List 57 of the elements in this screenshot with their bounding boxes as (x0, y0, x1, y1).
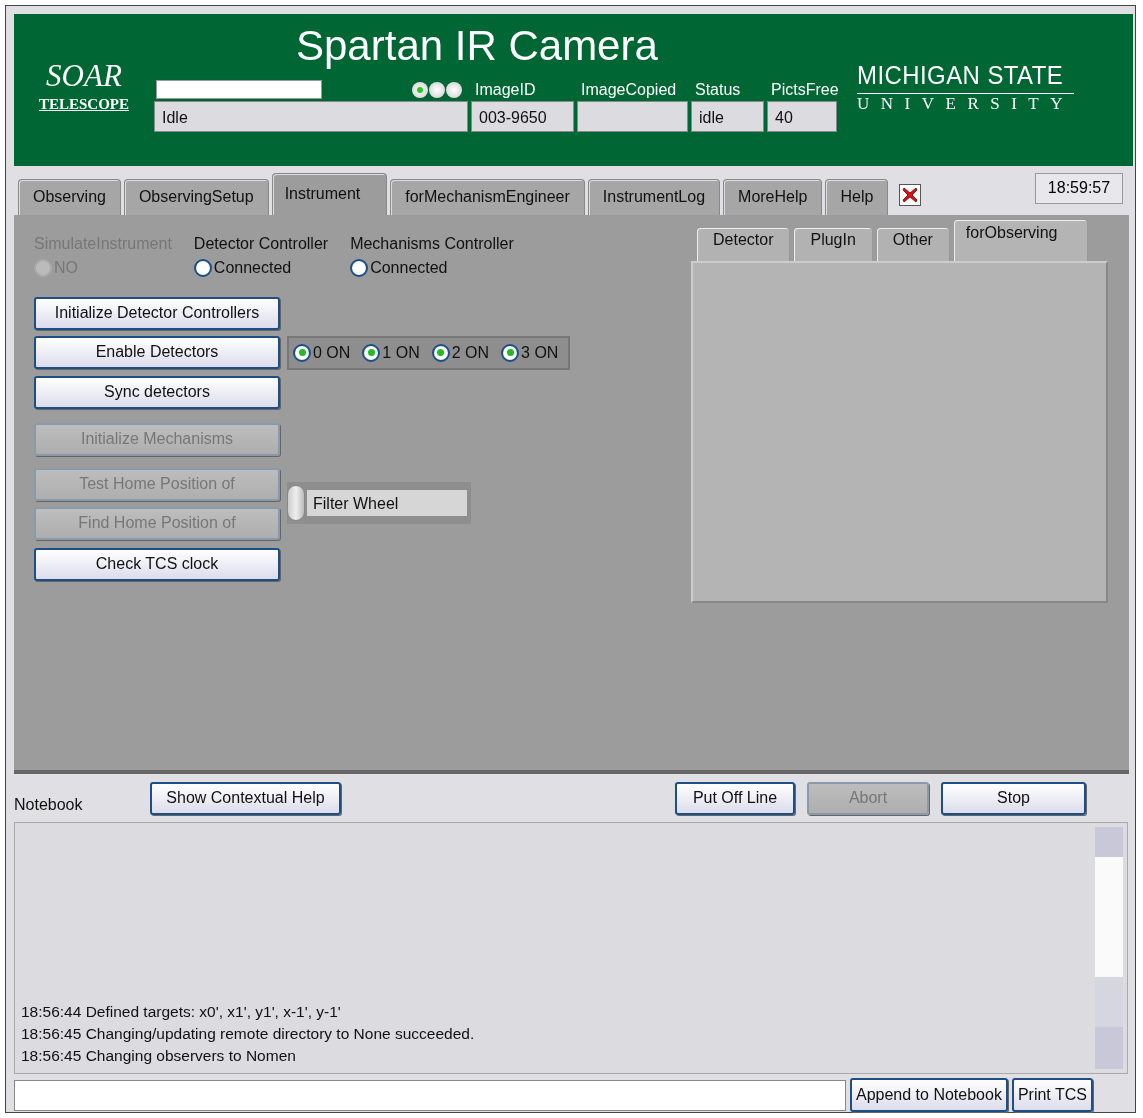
tab[interactable]: Other (875, 226, 950, 261)
action-button[interactable]: Put Off Line (675, 781, 795, 815)
print-button[interactable]: Print TCS (1011, 1078, 1093, 1112)
toggle-label: Mechanisms Controller (350, 234, 514, 253)
field-label: ImageID (474, 81, 536, 98)
radio-label: 0 ON (313, 343, 351, 362)
radio-button[interactable] (350, 258, 369, 277)
field-label: Status (694, 81, 741, 98)
section-label: Notebook (14, 795, 84, 814)
radio-button[interactable] (293, 343, 311, 362)
spinner-icon[interactable] (287, 484, 305, 521)
radio-button[interactable] (362, 343, 381, 362)
tab[interactable]: MoreHelp (723, 178, 823, 215)
logo-text: SOAR (46, 58, 122, 94)
tab[interactable]: InstrumentLog (587, 178, 721, 215)
radio-label: 2 ON (451, 343, 490, 362)
logo-subtitle: TELESCOPE (39, 96, 129, 113)
field-label: ImageCopied (580, 81, 677, 98)
action-button[interactable]: Check TCS clock (34, 547, 280, 581)
log-line: 18:56:44 Defined targets: x0', x1', y1', x-1', y-1' (21, 1003, 342, 1022)
scrollbar[interactable] (1095, 827, 1123, 1069)
app-title: Spartan IR Camera (296, 22, 658, 71)
university-subtitle: UNIVERSITY (857, 93, 1074, 114)
action-button[interactable]: Enable Detectors (34, 335, 280, 369)
tab[interactable]: PlugIn (793, 226, 873, 261)
value-field: 40 (767, 101, 837, 132)
close-icon[interactable] (899, 183, 922, 206)
radio-button[interactable] (431, 343, 450, 362)
radio-label: Connected (370, 258, 448, 277)
tab[interactable]: Detector (696, 226, 791, 261)
action-button[interactable]: Sync detectors (34, 375, 280, 409)
tab[interactable]: forMechanismEngineer (390, 178, 585, 215)
tab[interactable]: Help (825, 178, 889, 215)
message-field: Idle (154, 101, 468, 132)
clock-display: 18:59:57 (1035, 172, 1123, 204)
radio-button[interactable] (193, 258, 212, 277)
append-button[interactable]: Append to Notebook (850, 1078, 1008, 1112)
toggle-label: Detector Controller (193, 234, 329, 253)
selector-field[interactable]: Filter Wheel (307, 489, 467, 516)
value-field: 003-9650 (471, 101, 574, 132)
radio-label: Connected (213, 258, 292, 277)
value-field: idle (691, 101, 764, 132)
action-button[interactable]: Show Contextual Help (150, 781, 341, 815)
log-line: 18:56:45 Changing/updating remote directory to None succeeded. (21, 1025, 476, 1044)
tab[interactable]: Observing (18, 178, 121, 215)
field-label: PictsFree (770, 81, 839, 98)
input-field[interactable] (14, 1079, 846, 1111)
tab[interactable]: Instrument (271, 172, 388, 215)
university-name: MICHIGAN STATE (857, 60, 1064, 91)
log-line: 18:56:45 Changing observers to Nomen (21, 1047, 297, 1066)
tab[interactable]: forObserving (952, 218, 1089, 261)
radio-label: 3 ON (521, 343, 559, 362)
tab[interactable]: ObservingSetup (123, 178, 269, 215)
action-button[interactable]: Stop (941, 781, 1086, 815)
radio-label: 1 ON (382, 343, 420, 362)
action-button[interactable]: Initialize Detector Controllers (34, 296, 280, 330)
radio-button[interactable] (501, 343, 520, 362)
